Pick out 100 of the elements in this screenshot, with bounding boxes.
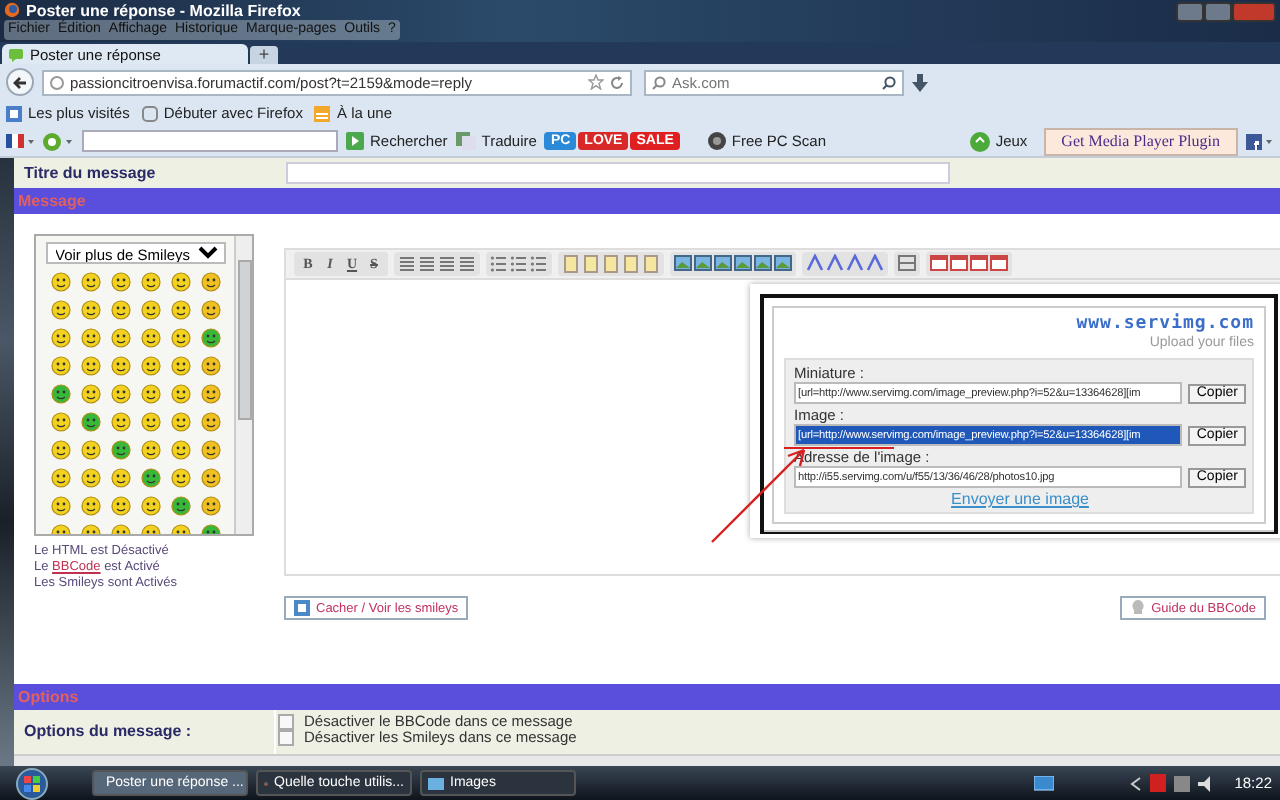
align-icon[interactable]	[398, 254, 416, 274]
picture-icon[interactable]	[674, 254, 692, 274]
smiley-icon[interactable]	[107, 494, 133, 518]
smiley-icon[interactable]	[137, 494, 163, 518]
picture-icon[interactable]	[694, 254, 712, 274]
checkbox[interactable]	[278, 714, 294, 730]
smiley-icon[interactable]	[167, 354, 193, 378]
picture-icon[interactable]	[754, 254, 772, 274]
smiley-icon[interactable]	[47, 298, 73, 322]
horizontal-scrollbar[interactable]	[14, 754, 1280, 766]
start-button[interactable]	[12, 767, 52, 799]
search-icon[interactable]	[882, 75, 896, 89]
smiley-icon[interactable]	[167, 382, 193, 406]
smiley-icon[interactable]	[137, 326, 163, 350]
new-tab-button[interactable]: +	[250, 46, 278, 64]
smiley-icon[interactable]	[47, 326, 73, 350]
page-icon[interactable]	[6, 105, 22, 121]
scan-icon[interactable]	[707, 132, 726, 150]
toolbar-search-field[interactable]	[82, 130, 338, 152]
smiley-icon[interactable]	[197, 438, 223, 462]
horizontal-scrollbar[interactable]	[764, 530, 1274, 532]
smiley-icon[interactable]	[47, 354, 73, 378]
smiley-icon[interactable]	[47, 466, 73, 490]
picture-icon[interactable]	[774, 254, 792, 274]
chevron-icon[interactable]	[1130, 775, 1143, 791]
smiley-icon[interactable]	[77, 494, 103, 518]
smiley-icon[interactable]	[137, 298, 163, 322]
smiley-icon[interactable]	[137, 410, 163, 434]
smiley-icon[interactable]	[77, 326, 103, 350]
smiley-icon[interactable]	[107, 354, 133, 378]
smiley-icon[interactable]	[167, 466, 193, 490]
smiley-icon[interactable]	[77, 270, 103, 294]
smiley-icon[interactable]	[167, 494, 193, 518]
folder-icon[interactable]	[428, 775, 444, 791]
smiley-icon[interactable]	[137, 354, 163, 378]
list-icon[interactable]	[530, 254, 548, 274]
smiley-icon[interactable]	[137, 466, 163, 490]
smiley-icon[interactable]	[167, 270, 193, 294]
smiley-icon[interactable]	[197, 326, 223, 350]
picture-icon[interactable]	[734, 254, 752, 274]
translate-icon[interactable]	[455, 132, 476, 150]
back-button[interactable]	[6, 68, 34, 96]
picture-icon[interactable]	[714, 254, 732, 274]
smiley-icon[interactable]	[107, 326, 133, 350]
plugin-button[interactable]: Get Media Player Plugin	[1043, 127, 1238, 155]
smiley-icon[interactable]	[137, 270, 163, 294]
smiley-icon[interactable]	[47, 382, 73, 406]
games-icon[interactable]	[969, 131, 990, 151]
smiley-icon[interactable]	[167, 438, 193, 462]
smiley-icon[interactable]	[107, 382, 133, 406]
speaker-icon[interactable]	[1198, 775, 1215, 791]
calendar-icon[interactable]	[950, 254, 968, 274]
close-button[interactable]	[1232, 2, 1276, 22]
title-field[interactable]	[286, 162, 950, 184]
smiley-icon[interactable]	[107, 298, 133, 322]
calendar-icon[interactable]	[990, 254, 1008, 274]
back-arrow-icon[interactable]	[12, 75, 28, 89]
download-icon[interactable]	[912, 73, 928, 91]
vertical-scrollbar[interactable]	[234, 236, 252, 534]
smiley-icon[interactable]	[137, 382, 163, 406]
calendar-icon[interactable]	[930, 254, 948, 274]
smiley-icon[interactable]	[197, 410, 223, 434]
smiley-icon[interactable]	[77, 438, 103, 462]
smiley-icon[interactable]	[47, 410, 73, 434]
play-icon[interactable]	[346, 132, 364, 150]
smiley-icon[interactable]	[107, 466, 133, 490]
smiley-icon[interactable]	[167, 326, 193, 350]
smiley-icon[interactable]	[197, 298, 223, 322]
smiley-icon[interactable]	[47, 438, 73, 462]
star-icon[interactable]	[588, 74, 604, 90]
smiley-icon[interactable]	[107, 270, 133, 294]
checkbox[interactable]	[278, 730, 294, 746]
smiley-icon[interactable]	[77, 466, 103, 490]
align-icon[interactable]	[438, 254, 456, 274]
list-icon[interactable]	[510, 254, 528, 274]
smiley-icon[interactable]	[197, 382, 223, 406]
monitor-icon[interactable]	[1034, 775, 1055, 791]
maximize-button[interactable]	[1204, 2, 1232, 22]
smiley-icon[interactable]	[197, 466, 223, 490]
smiley-icon[interactable]	[47, 270, 73, 294]
align-icon[interactable]	[418, 254, 436, 274]
calendar-icon[interactable]	[970, 254, 988, 274]
minimize-button[interactable]	[1176, 2, 1204, 22]
window-icon[interactable]	[294, 600, 310, 616]
smiley-icon[interactable]	[197, 354, 223, 378]
blank-page-icon[interactable]	[141, 105, 158, 121]
smiley-icon[interactable]	[137, 438, 163, 462]
smiley-icon[interactable]	[77, 410, 103, 434]
smiley-icon[interactable]	[197, 494, 223, 518]
reload-icon[interactable]	[610, 75, 624, 89]
smiley-icon[interactable]	[77, 298, 103, 322]
align-icon[interactable]	[458, 254, 476, 274]
smiley-icon[interactable]	[77, 382, 103, 406]
facebook-icon[interactable]	[1246, 133, 1274, 149]
smiley-icon[interactable]	[197, 270, 223, 294]
list-icon[interactable]	[490, 254, 508, 274]
flag-icon[interactable]	[6, 134, 34, 148]
smiley-icon[interactable]	[47, 494, 73, 518]
smiley-icon[interactable]	[167, 298, 193, 322]
smiley-icon[interactable]	[107, 410, 133, 434]
